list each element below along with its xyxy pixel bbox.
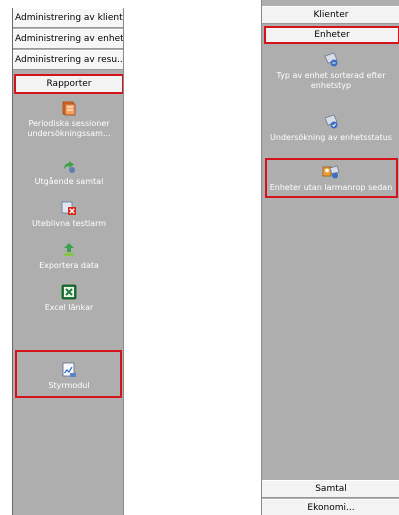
nav-item-label: Periodiska sessioner undersökningssam... [27, 119, 111, 138]
report-document-icon [62, 101, 76, 116]
excel-icon [61, 284, 77, 300]
export-data-icon [64, 243, 74, 256]
nav-item-outgoing-calls[interactable]: Utgående samtal [13, 158, 123, 187]
nav-item-missed-test-alarms[interactable]: Uteblivna testlarm [13, 200, 123, 229]
nav-item-label: Uteblivna testlarm [31, 219, 107, 228]
section-header-klienter[interactable]: Klienter [262, 6, 399, 24]
outgoing-call-icon [64, 161, 75, 173]
nav-item-device-status[interactable]: Undersökning av enhetsstatus [262, 114, 399, 143]
section-header-enheter[interactable]: Enheter [264, 26, 399, 44]
highlight-box-enheter-utan-larmanrop [265, 158, 398, 198]
device-type-icon [324, 52, 338, 67]
nav-item-device-type[interactable]: Typ av enhet sorterad efter enhetstyp [262, 52, 399, 91]
nav-item-periodic-sessions[interactable]: Periodiska sessioner undersökningssam... [13, 100, 123, 139]
right-navigation-panel: Klienter Enheter Typ av enhet sorterad e… [261, 0, 399, 515]
missed-test-alarm-icon [61, 201, 76, 215]
nav-item-label: Exportera data [39, 261, 99, 270]
nav-item-label-line1: Typ av enhet sorterad efter [276, 71, 386, 80]
admin-item-devices[interactable]: Administrering av enhet [13, 29, 123, 49]
section-header-samtal[interactable]: Samtal [262, 480, 399, 498]
nav-item-label: Excel länkar [44, 303, 94, 312]
highlight-box-styrmodul [15, 350, 122, 398]
nav-item-excel-links[interactable]: Excel länkar [13, 284, 123, 313]
nav-item-label-line2: enhetstyp [310, 81, 352, 90]
admin-item-clients[interactable]: Administrering av klient [13, 8, 123, 28]
left-navigation-panel: Administrering av klient Administrering … [12, 8, 124, 515]
admin-item-resources[interactable]: Administrering av resu... [13, 50, 123, 70]
section-header-ekonomi[interactable]: Ekonomi... [262, 499, 399, 515]
section-header-rapporter[interactable]: Rapporter [14, 74, 123, 94]
nav-item-export-data[interactable]: Exportera data [13, 242, 123, 271]
device-status-icon [324, 114, 338, 129]
nav-item-label: Utgående samtal [34, 177, 104, 186]
nav-item-label-line1: Undersökning av enhetsstatus [270, 133, 392, 142]
